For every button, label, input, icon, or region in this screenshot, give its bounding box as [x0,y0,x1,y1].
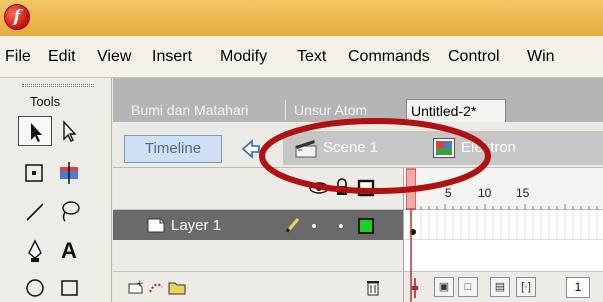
trash-icon[interactable] [365,278,381,296]
ruler-tick-label: 5 [445,186,452,200]
current-frame-field[interactable]: 1 [566,277,590,298]
menu-control[interactable]: Control [448,48,500,66]
back-arrow-icon[interactable] [234,135,266,163]
timeline-toggle-button[interactable]: Timeline [124,135,222,163]
title-bar: f [0,0,603,36]
svg-text:+: + [136,279,144,289]
flash-logo-icon: f [4,4,30,30]
layer-row[interactable]: Layer 1 [113,210,403,240]
menu-modify[interactable]: Modify [220,48,267,66]
menu-bar: File Edit View Insert Modify Text Comman… [0,36,603,78]
selection-tool-icon[interactable] [18,116,52,146]
ruler-ticks [412,204,598,210]
panel-grip[interactable] [22,84,94,87]
edit-multiple-frames-icon[interactable]: ▤ [490,277,510,297]
layer-outline-color-icon[interactable] [357,217,375,235]
tab-untitled-2[interactable]: Untitled-2* [406,99,506,122]
pencil-icon [285,218,300,233]
subselection-tool-icon[interactable] [52,116,86,146]
gradient-transform-tool-icon[interactable] [52,158,86,188]
layer-header [113,168,403,210]
document-tab-strip: Bumi dan Matahari Unsur Atom Untitled-2* [113,78,603,122]
outline-icon[interactable] [357,179,375,197]
scene-breadcrumb-label[interactable]: Scene 1 [323,139,378,156]
line-tool-icon[interactable] [18,196,52,226]
edit-bar: Timeline Scene 1 Elektron [113,122,603,168]
tools-panel-title: Tools [29,94,61,109]
layer-name[interactable]: Layer 1 [171,217,221,234]
insert-layer-icon[interactable]: + [127,279,145,295]
ruler-tick-label: 15 [516,186,530,200]
menu-view[interactable]: View [97,48,131,66]
insert-folder-icon[interactable] [167,279,187,295]
pen-tool-icon[interactable] [18,236,52,266]
lock-icon[interactable] [335,178,349,196]
frame-ruler[interactable]: 1 5 10 15 [404,168,603,210]
symbol-breadcrumb-label[interactable]: Elektron [461,139,516,156]
frame-toolbar: ▣ □ ▤ [·] 1 [404,271,603,302]
oval-tool-icon[interactable] [18,272,52,302]
playhead[interactable] [406,168,416,302]
layer-page-icon [147,218,165,233]
clapperboard-icon[interactable] [294,138,318,158]
tab-bumi-dan-matahari[interactable]: Bumi dan Matahari [127,99,253,122]
ruler-tick-label: 10 [478,186,492,200]
eye-icon[interactable] [309,180,329,196]
layer-toolbar: + [113,271,403,302]
lock-dot[interactable] [338,223,344,229]
menu-commands[interactable]: Commands [348,48,430,66]
add-motion-guide-icon[interactable] [147,279,165,295]
menu-edit[interactable]: Edit [48,48,76,66]
menu-text[interactable]: Text [297,48,326,66]
menu-insert[interactable]: Insert [152,48,192,66]
breadcrumb: Scene 1 Elektron [283,131,603,165]
tab-separator [285,100,286,120]
menu-window[interactable]: Win [527,48,555,66]
lasso-tool-icon[interactable] [52,196,86,226]
document-area: Bumi dan Matahari Unsur Atom Untitled-2*… [113,78,603,302]
onion-skin-icon[interactable]: ▣ [434,277,454,297]
frames-panel: 1 5 10 15 ▣ □ ▤ [·] 1 [403,168,603,302]
rectangle-tool-icon[interactable] [52,272,86,302]
frame-cells [410,210,598,240]
tab-unsur-atom[interactable]: Unsur Atom [290,99,371,122]
tools-panel: Tools A [0,78,112,302]
movieclip-symbol-icon[interactable] [433,138,455,158]
onion-skin-outline-icon[interactable]: □ [458,277,478,297]
text-tool-icon[interactable]: A [52,236,86,266]
menu-file[interactable]: File [5,48,31,66]
frame-row[interactable] [404,210,603,240]
modify-onion-markers-icon[interactable]: [·] [516,277,536,297]
layer-panel: Layer 1 + [113,168,403,302]
visibility-dot[interactable] [311,223,317,229]
free-transform-tool-icon[interactable] [18,158,52,188]
